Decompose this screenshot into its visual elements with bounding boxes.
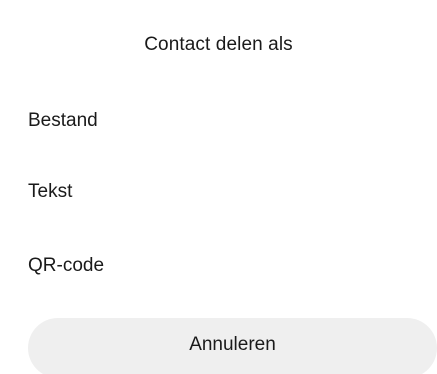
dialog-title: Contact delen als <box>144 34 293 55</box>
option-text-label: Tekst <box>28 181 73 202</box>
option-text[interactable]: Tekst <box>0 164 437 220</box>
share-contact-dialog: Contact delen als Bestand Tekst QR-code … <box>0 0 437 374</box>
option-file-label: Bestand <box>28 110 98 131</box>
option-file[interactable]: Bestand <box>0 93 437 149</box>
cancel-button[interactable]: Annuleren <box>28 318 437 374</box>
option-qr-code-label: QR-code <box>28 255 105 276</box>
option-qr-code[interactable]: QR-code <box>0 238 437 294</box>
